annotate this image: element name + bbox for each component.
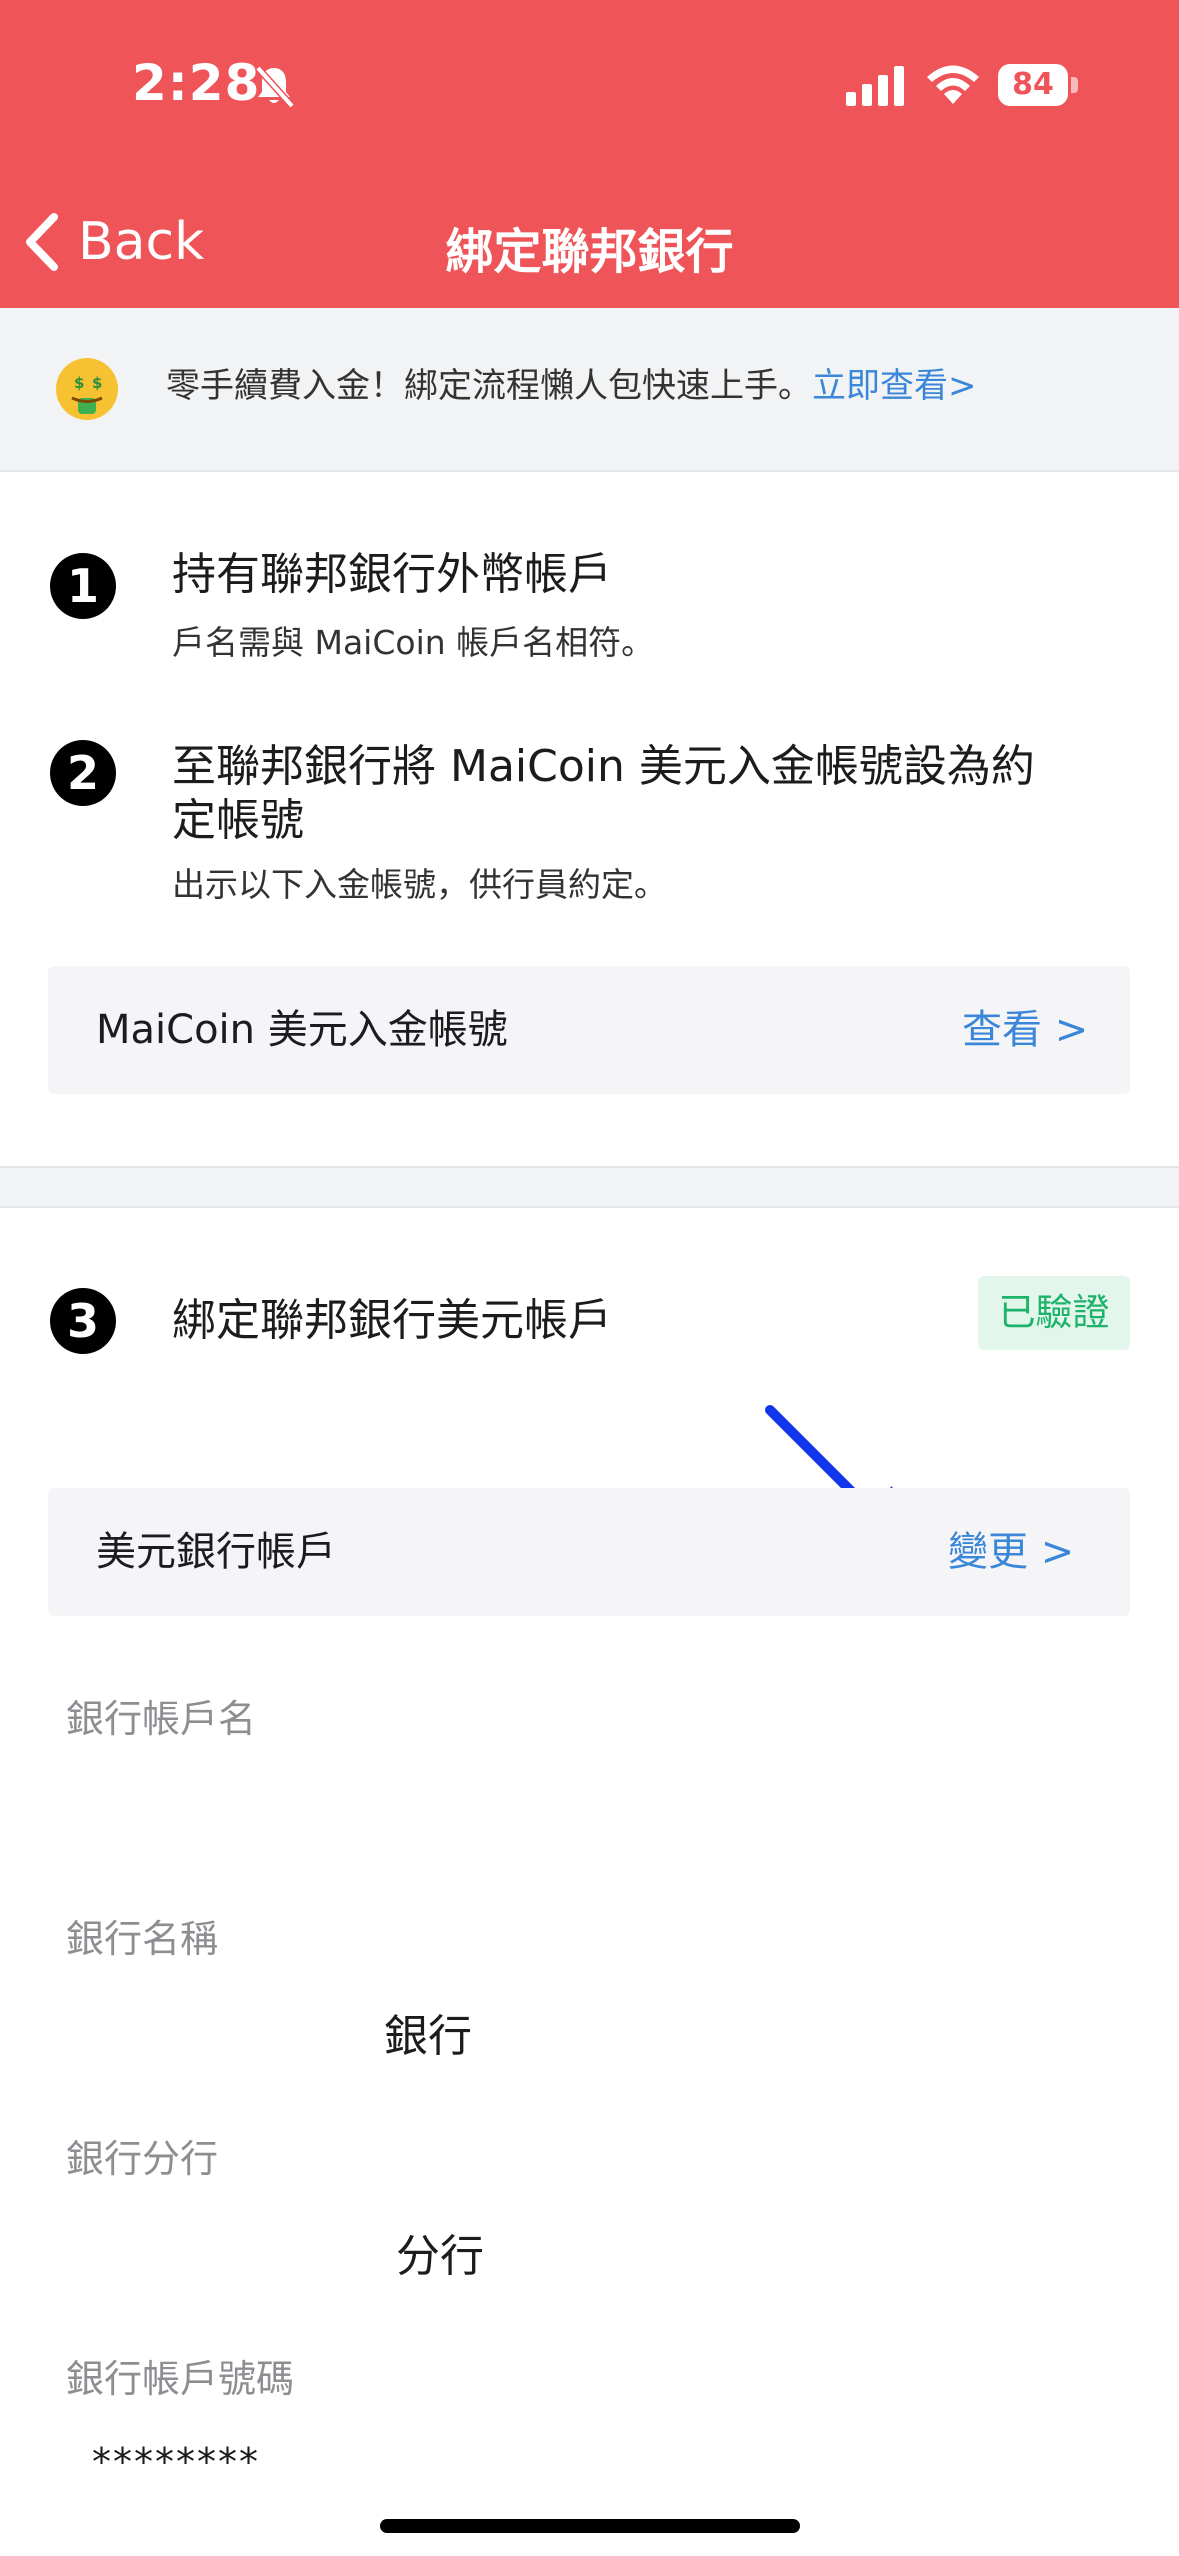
section-divider: [0, 1166, 1179, 1208]
deposit-account-label: MaiCoin 美元入金帳號: [96, 1007, 508, 1053]
svg-text:$: $: [74, 374, 84, 392]
home-indicator: [380, 2519, 800, 2533]
bank-branch-value: 分行: [396, 2231, 484, 2282]
banner-text-line: 零手續費入金！綁定流程懶人包快速上手。立即查看>: [166, 358, 977, 407]
silent-bell-icon: [255, 65, 295, 109]
wifi-icon: [927, 65, 979, 104]
account-name-label: 銀行帳戶名: [66, 1697, 257, 1741]
page-title: 綁定聯邦銀行: [445, 224, 734, 280]
step-3-title: 綁定聯邦銀行美元帳戶: [172, 1295, 612, 1346]
cellular-signal-icon: [846, 66, 904, 106]
view-now-link[interactable]: 立即查看>: [812, 366, 977, 406]
step-2-description: 出示以下入金帳號，供行員約定。: [172, 865, 667, 904]
account-number-label: 銀行帳戶號碼: [66, 2357, 295, 2401]
bank-branch-label: 銀行分行: [66, 2137, 219, 2181]
view-deposit-account-button[interactable]: 查看 >: [962, 966, 1088, 1094]
bank-name-value: 銀行: [384, 2011, 472, 2062]
step-2-number-icon: 2: [50, 740, 116, 806]
bank-name-label: 銀行名稱: [66, 1917, 219, 1961]
step-1-number-icon: 1: [50, 553, 116, 619]
usd-bank-account-label: 美元銀行帳戶: [96, 1529, 336, 1575]
change-bank-account-button[interactable]: 變更 >: [948, 1488, 1074, 1616]
usd-bank-account-row[interactable]: 美元銀行帳戶 變更 >: [48, 1488, 1130, 1616]
navigation-header: 2:28 84 Back 綁定聯邦銀行: [0, 0, 1179, 308]
svg-text:$: $: [92, 374, 102, 392]
status-time: 2:28: [132, 54, 261, 112]
step-2-title-line-2: 定帳號: [172, 795, 304, 846]
money-mouth-emoji-icon: $ $: [56, 358, 118, 420]
verified-badge: 已驗證: [978, 1276, 1130, 1350]
account-number-value: ********: [92, 2440, 260, 2484]
step-1-title: 持有聯邦銀行外幣帳戶: [172, 549, 612, 600]
battery-indicator: 84: [998, 64, 1080, 106]
deposit-account-row[interactable]: MaiCoin 美元入金帳號 查看 >: [48, 966, 1130, 1094]
battery-level: 84: [1012, 67, 1054, 102]
step-3-number-icon: 3: [50, 1288, 116, 1354]
step-1-description: 戶名需與 MaiCoin 帳戶名相符。: [172, 623, 655, 662]
banner-message: 零手續費入金！綁定流程懶人包快速上手。: [166, 366, 812, 406]
